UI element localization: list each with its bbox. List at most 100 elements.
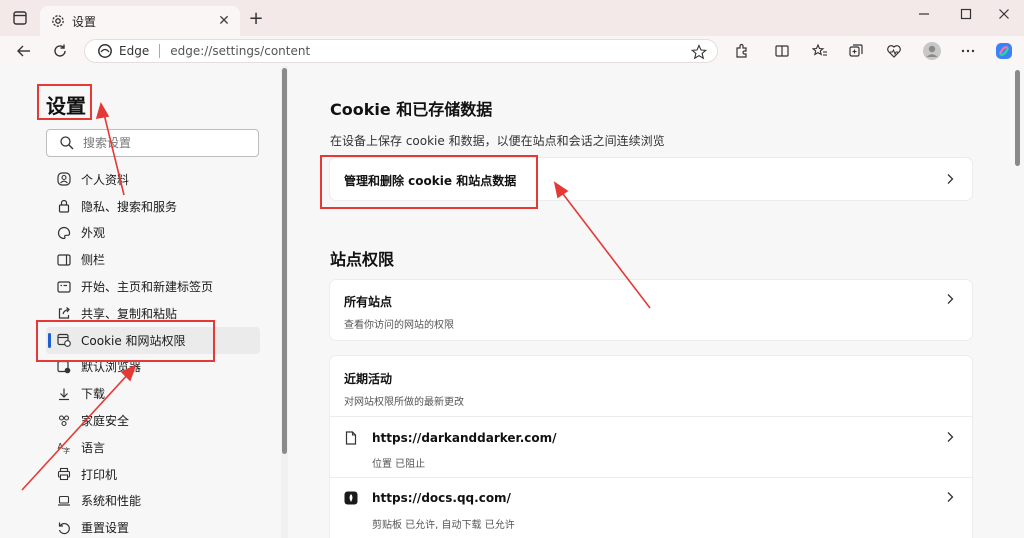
download-icon <box>56 386 72 402</box>
manage-cookie-row[interactable]: 管理和删除 cookie 和站点数据 <box>330 158 972 200</box>
recent-activity-card: 近期活动 对网站权限所做的最新更改 https://darkanddarker.… <box>330 356 972 538</box>
site-permissions-heading: 站点权限 <box>330 250 395 269</box>
cookie-description: 在设备上保存 cookie 和数据，以便在站点和会话之间连续浏览 <box>330 134 665 148</box>
reset-icon <box>56 520 72 536</box>
sidebar-item-label: 外观 <box>81 226 106 241</box>
minimize-button[interactable] <box>904 4 944 24</box>
search-input[interactable] <box>83 136 253 150</box>
address-bar[interactable]: Edge edge://settings/content <box>84 39 718 63</box>
sidebar-item-system[interactable]: 系统和性能 <box>46 488 260 515</box>
split-screen-icon[interactable] <box>770 39 794 63</box>
edge-logo-icon <box>97 43 113 59</box>
main-scrollbar[interactable] <box>1012 66 1024 538</box>
home-icon <box>56 279 72 295</box>
sidebar-item-family[interactable]: 家庭安全 <box>46 407 260 434</box>
appearance-icon <box>56 225 72 241</box>
browser-icon <box>56 359 72 375</box>
all-sites-title: 所有站点 <box>344 295 393 309</box>
manage-cookie-label: 管理和删除 cookie 和站点数据 <box>344 174 517 188</box>
recent-activity-subtitle: 对网站权限所做的最新更改 <box>344 397 464 408</box>
collections-icon[interactable] <box>844 39 868 63</box>
all-sites-subtitle: 查看你访问的网站的权限 <box>344 320 454 331</box>
sidebar-item-label: 家庭安全 <box>81 414 130 429</box>
settings-search[interactable] <box>46 129 259 157</box>
address-label: Edge <box>119 44 150 58</box>
favorite-star-icon[interactable] <box>691 44 707 60</box>
printer-icon <box>56 466 72 482</box>
content-area: 设置 个人资料 隐私、搜索和服务 外观 侧栏 <box>0 66 1024 538</box>
language-icon: A字 <box>56 439 72 455</box>
more-options-icon[interactable] <box>956 39 980 63</box>
sidebar-item-share[interactable]: 共享、复制和粘贴 <box>46 300 260 327</box>
browser-essentials-icon[interactable] <box>882 39 906 63</box>
sidebar-scrollbar[interactable] <box>281 66 288 538</box>
recent-activity-title: 近期活动 <box>344 372 393 386</box>
cookie-heading: Cookie 和已存储数据 <box>330 100 493 119</box>
tab-title: 设置 <box>72 14 97 29</box>
sidebar-item-label: 下载 <box>81 387 106 402</box>
sidebar-scroll-thumb[interactable] <box>282 68 287 454</box>
sidebar-item-label: 隐私、搜索和服务 <box>81 199 178 214</box>
new-tab-button[interactable]: + <box>246 9 266 29</box>
tab-actions-icon[interactable] <box>12 10 28 26</box>
maximize-button[interactable] <box>946 4 986 24</box>
tab-close-icon[interactable]: ✕ <box>216 13 232 29</box>
recent-site-url: https://darkanddarker.com/ <box>372 431 557 445</box>
sidebar-item-label: 语言 <box>81 440 106 455</box>
manage-cookie-card: 管理和删除 cookie 和站点数据 <box>330 158 972 200</box>
copilot-icon[interactable] <box>992 39 1016 63</box>
sidebar-item-printers[interactable]: 打印机 <box>46 461 260 488</box>
tab-settings[interactable]: 设置 ✕ <box>40 6 240 36</box>
cookie-icon <box>56 332 72 348</box>
sidebar-item-label: 默认浏览器 <box>81 360 142 375</box>
recent-site-detail: 剪贴板 已允许, 自动下载 已允许 <box>372 520 515 531</box>
chevron-right-icon <box>944 431 956 443</box>
sidebar-item-start-home[interactable]: 开始、主页和新建标签页 <box>46 273 260 300</box>
tencent-docs-icon <box>344 491 358 505</box>
sidebar-item-reset[interactable]: 重置设置 <box>46 514 260 538</box>
sidebar-title: 设置 <box>46 94 86 118</box>
lock-icon <box>56 198 72 214</box>
all-sites-row[interactable]: 所有站点 查看你访问的网站的权限 <box>330 280 972 340</box>
recent-site-detail: 位置 已阻止 <box>372 459 426 470</box>
back-button[interactable] <box>12 39 36 63</box>
sidebar-item-privacy[interactable]: 隐私、搜索和服务 <box>46 193 260 220</box>
close-window-button[interactable] <box>984 4 1024 24</box>
recent-site-url: https://docs.qq.com/ <box>372 491 511 505</box>
all-sites-card: 所有站点 查看你访问的网站的权限 <box>330 280 972 340</box>
sidebar-item-label: 打印机 <box>81 467 118 482</box>
sidebar-item-appearance[interactable]: 外观 <box>46 220 260 247</box>
sidebar-item-downloads[interactable]: 下载 <box>46 380 260 407</box>
extensions-icon[interactable] <box>730 39 754 63</box>
sidebar-item-label: 侧栏 <box>81 253 106 268</box>
laptop-icon <box>56 493 72 509</box>
sidebar-item-sidebar[interactable]: 侧栏 <box>46 246 260 273</box>
gear-icon <box>50 13 66 29</box>
avatar[interactable] <box>920 39 944 63</box>
svg-text:字: 字 <box>63 446 70 454</box>
title-bar: 设置 ✕ + <box>0 0 1024 36</box>
settings-main: Cookie 和已存储数据 在设备上保存 cookie 和数据，以便在站点和会话… <box>288 66 1012 538</box>
family-icon <box>56 413 72 429</box>
sidebar-item-language[interactable]: A字 语言 <box>46 434 260 461</box>
profile-icon <box>56 171 72 187</box>
address-separator <box>159 44 161 58</box>
recent-site-row[interactable]: https://docs.qq.com/ 剪贴板 已允许, 自动下载 已允许 <box>330 478 972 538</box>
favorites-icon[interactable] <box>808 39 832 63</box>
sidebar-item-cookies[interactable]: Cookie 和网站权限 <box>46 326 260 354</box>
file-icon <box>344 431 358 445</box>
toolbar: Edge edge://settings/content <box>0 36 1024 66</box>
sidebar-icon <box>56 252 72 268</box>
recent-activity-header: 近期活动 对网站权限所做的最新更改 <box>330 356 972 416</box>
recent-site-row[interactable]: https://darkanddarker.com/ 位置 已阻止 <box>330 417 972 477</box>
sidebar-item-label: 共享、复制和粘贴 <box>81 306 178 321</box>
settings-sidebar: 设置 个人资料 隐私、搜索和服务 外观 侧栏 <box>0 66 282 538</box>
main-scroll-thumb[interactable] <box>1015 70 1020 166</box>
sidebar-item-label: Cookie 和网站权限 <box>81 333 186 348</box>
refresh-button[interactable] <box>48 39 72 63</box>
sidebar-item-label: 个人资料 <box>81 172 130 187</box>
sidebar-item-default-browser[interactable]: 默认浏览器 <box>46 354 260 381</box>
url-text[interactable]: edge://settings/content <box>170 44 310 58</box>
sidebar-item-profile[interactable]: 个人资料 <box>46 166 260 193</box>
chevron-right-icon <box>944 293 956 305</box>
